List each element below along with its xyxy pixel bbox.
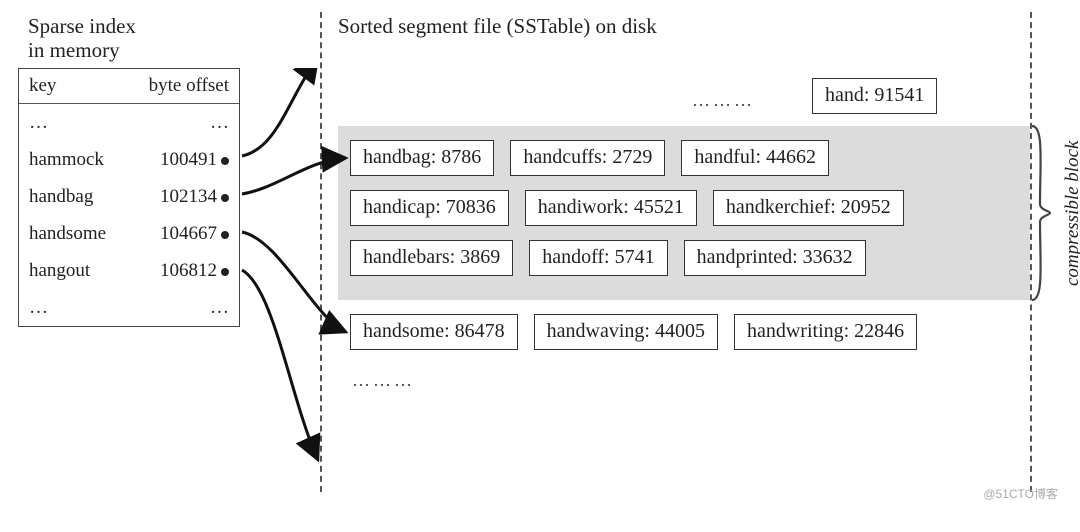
record-row: handicap: 70836 handiwork: 45521 handkerch…	[350, 190, 1018, 226]
arrow-hangout	[242, 270, 318, 460]
index-row: ……	[19, 104, 239, 141]
index-offset: …	[210, 297, 229, 319]
pointer-node-icon	[221, 157, 229, 165]
record: handwaving: 44005	[534, 314, 718, 350]
record-row: handlebars: 3869 handoff: 5741 handprinted…	[350, 240, 1018, 276]
index-key: …	[29, 112, 48, 134]
next-ellipsis: ………	[352, 370, 415, 391]
record: handicap: 70836	[350, 190, 509, 226]
heading-sparse-index: Sparse index in memory	[28, 14, 136, 62]
prev-ellipsis: ………	[692, 90, 755, 111]
index-header: key byte offset	[19, 69, 239, 104]
record: handsome: 86478	[350, 314, 518, 350]
index-row: ……	[19, 289, 239, 326]
heading-sparse-index-line2: in memory	[28, 38, 120, 62]
sparse-index-table: key byte offset ……hammock100491handbag10…	[18, 68, 240, 327]
record-prev: hand: 91541	[812, 78, 937, 114]
index-offset: 106812	[160, 260, 229, 282]
index-key: handsome	[29, 223, 106, 245]
index-offset: 100491	[160, 149, 229, 171]
record: handprinted: 33632	[684, 240, 866, 276]
heading-sparse-index-line1: Sparse index	[28, 14, 136, 38]
compressible-block: handbag: 8786 handcuffs: 2729 handful: 446…	[338, 126, 1030, 300]
index-col-key: key	[29, 75, 56, 97]
index-offset: 102134	[160, 186, 229, 208]
record: handcuffs: 2729	[510, 140, 665, 176]
record: handiwork: 45521	[525, 190, 697, 226]
index-offset: …	[210, 112, 229, 134]
record-row: handbag: 8786 handcuffs: 2729 handful: 446…	[350, 140, 1018, 176]
index-row: hangout 106812	[19, 252, 239, 289]
index-row: handsome 104667	[19, 215, 239, 252]
record: handlebars: 3869	[350, 240, 513, 276]
index-key: …	[29, 297, 48, 319]
record: handbag: 8786	[350, 140, 494, 176]
index-offset: 104667	[160, 223, 229, 245]
record: handkerchief: 20952	[713, 190, 904, 226]
arrow-hammock	[242, 68, 318, 156]
brace-icon	[1028, 124, 1052, 302]
watermark: @51CTO博客	[983, 485, 1058, 502]
record: handful: 44662	[681, 140, 829, 176]
index-key: hangout	[29, 260, 90, 282]
index-row: hammock 100491	[19, 141, 239, 178]
pointer-node-icon	[221, 194, 229, 202]
index-key: hammock	[29, 149, 104, 171]
compressible-block-label: compressible block	[1062, 124, 1080, 302]
index-col-offset: byte offset	[149, 75, 229, 97]
index-key: handbag	[29, 186, 93, 208]
record: handoff: 5741	[529, 240, 667, 276]
row-after-block: handsome: 86478 handwaving: 44005 handwrit…	[350, 314, 917, 350]
record: handwriting: 22846	[734, 314, 917, 350]
pointer-node-icon	[221, 231, 229, 239]
pointer-node-icon	[221, 268, 229, 276]
index-row: handbag 102134	[19, 178, 239, 215]
